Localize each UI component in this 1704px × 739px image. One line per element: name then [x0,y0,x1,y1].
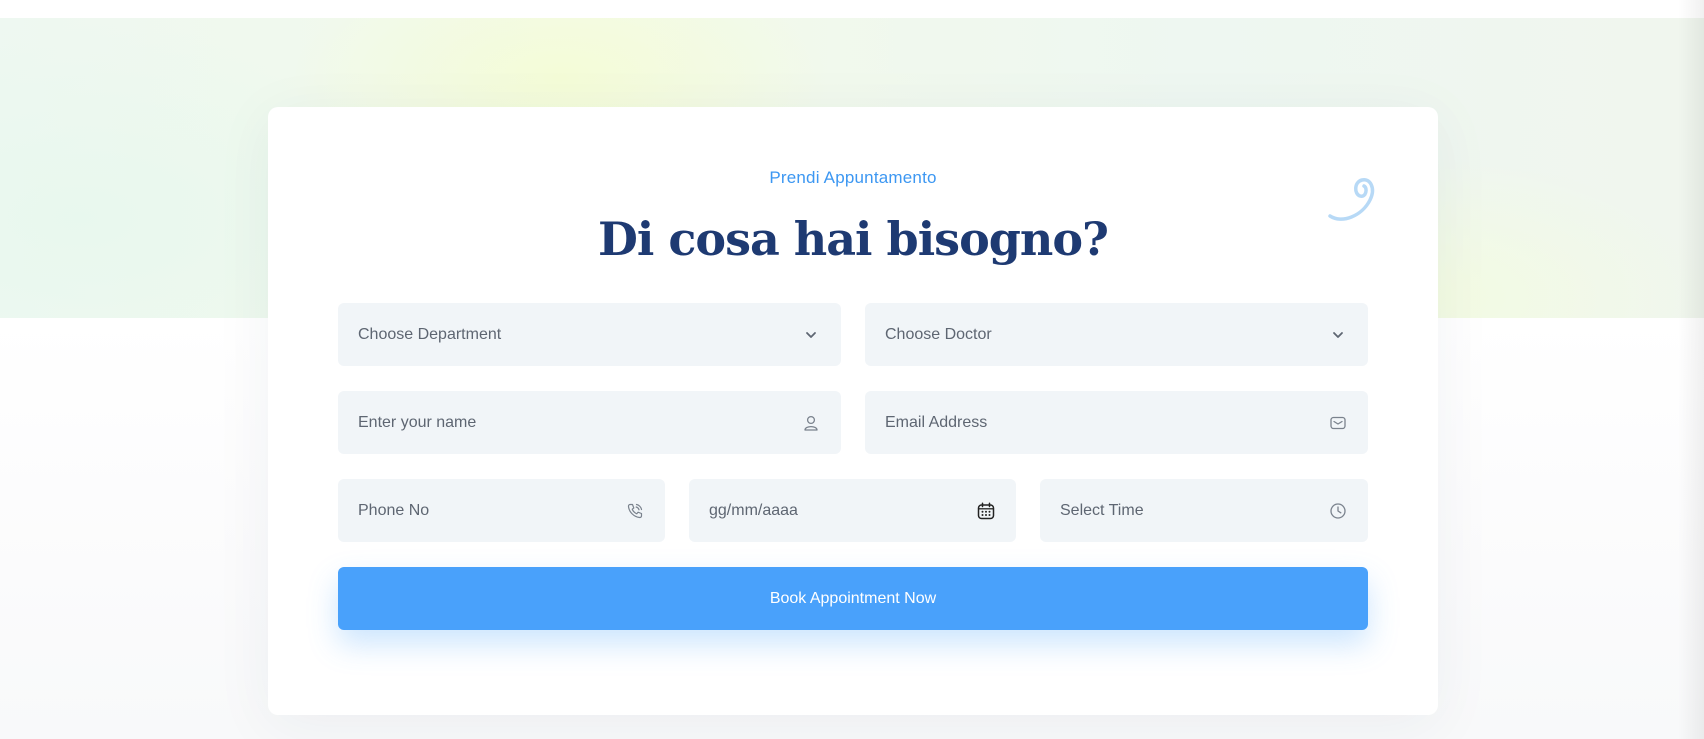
section-title: Di cosa hai bisogno? [598,212,1109,266]
user-icon [801,413,821,433]
name-input[interactable]: Enter your name [338,391,841,454]
page: Prendi Appuntamento Di cosa hai bisogno?… [0,0,1704,739]
phone-input[interactable]: Phone No [338,479,665,542]
department-select[interactable]: Choose Department [338,303,841,366]
email-input[interactable]: Email Address [865,391,1368,454]
date-input-placeholder: gg/mm/aaaa [709,501,798,519]
scroll-edge-shadow [1678,0,1704,739]
envelope-icon [1328,413,1348,433]
department-select-label: Choose Department [358,325,502,343]
date-input[interactable]: gg/mm/aaaa [689,479,1016,542]
time-input[interactable]: Select Time [1040,479,1368,542]
time-input-placeholder: Select Time [1060,501,1144,519]
book-appointment-button[interactable]: Book Appointment Now [338,567,1368,630]
calendar-icon[interactable] [976,501,996,521]
chevron-down-icon [1328,325,1348,345]
section-eyebrow: Prendi Appuntamento [769,168,937,187]
clock-icon [1328,501,1348,521]
doctor-select[interactable]: Choose Doctor [865,303,1368,366]
email-input-placeholder: Email Address [885,413,988,431]
name-input-placeholder: Enter your name [358,413,477,431]
phone-input-placeholder: Phone No [358,501,430,519]
doctor-select-label: Choose Doctor [885,325,992,343]
phone-icon [625,501,645,521]
chevron-down-icon [801,325,821,345]
